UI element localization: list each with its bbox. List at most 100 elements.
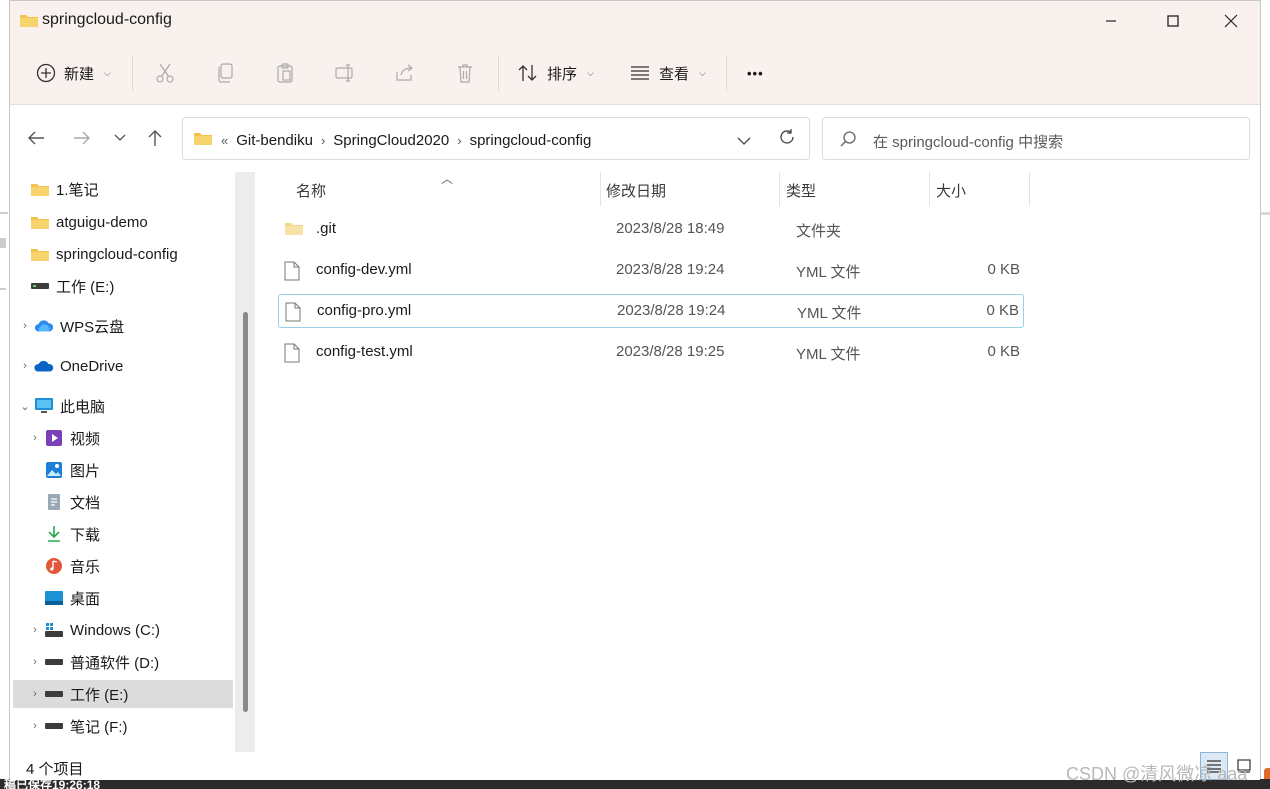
chevron-right-icon[interactable]: › [26, 624, 44, 636]
file-date: 2023/8/28 19:24 [616, 261, 725, 278]
file-date: 2023/8/28 19:25 [616, 343, 725, 360]
chevron-right-icon[interactable]: › [26, 656, 44, 668]
folder-icon [30, 213, 50, 231]
rename-button[interactable] [333, 61, 357, 85]
sidebar-item-wps-cloud[interactable]: › WPS云盘 [16, 312, 231, 340]
drive-icon [30, 277, 50, 295]
file-name: config-pro.yml [317, 302, 412, 319]
file-row[interactable]: .git 2023/8/28 18:49 文件夹 [278, 213, 1024, 247]
toolbar-divider [726, 55, 727, 91]
column-divider[interactable] [779, 172, 780, 206]
sidebar-item-music[interactable]: 音乐 [26, 552, 231, 580]
back-button[interactable] [26, 128, 46, 148]
chevron-right-icon[interactable]: › [321, 133, 325, 148]
search-box[interactable]: 在 springcloud-config 中搜索 [822, 117, 1250, 160]
forward-button[interactable] [72, 128, 92, 148]
chevron-right-icon[interactable]: › [26, 688, 44, 700]
video-icon [44, 429, 64, 447]
share-icon [396, 64, 413, 81]
new-label: 新建 [64, 65, 95, 83]
paste-button[interactable] [273, 61, 297, 85]
sidebar-item-drive-e-pinned[interactable]: 工作 (E:) [30, 272, 230, 300]
computer-icon [34, 397, 54, 415]
file-type: 文件夹 [796, 223, 842, 240]
sort-button[interactable]: 排序 ⌵ [517, 57, 594, 89]
chevron-right-icon[interactable]: › [26, 720, 44, 732]
column-label: 名称 [296, 182, 327, 200]
column-divider[interactable] [1029, 172, 1030, 206]
column-divider[interactable] [600, 172, 601, 206]
sort-icon [518, 65, 537, 81]
file-icon [285, 302, 303, 322]
sidebar-item-label: springcloud-config [56, 245, 178, 263]
navigation-pane: 1.笔记 atguigu-demo springcloud-config 工作 … [10, 172, 255, 752]
chevron-down-icon: ⌵ [587, 67, 594, 78]
maximize-button[interactable] [1144, 1, 1202, 41]
chevron-right-icon[interactable]: › [16, 360, 34, 372]
sidebar-item-drive-e[interactable]: › 工作 (E:) [13, 680, 233, 708]
file-row[interactable]: config-test.yml 2023/8/28 19:25 YML 文件 0… [278, 336, 1024, 370]
chevron-right-icon[interactable]: › [26, 432, 44, 444]
cut-button[interactable] [153, 61, 177, 85]
sidebar-item-pictures[interactable]: 图片 [26, 456, 231, 484]
sidebar-item-this-pc[interactable]: ⌄ 此电脑 [16, 392, 231, 420]
sidebar-item-videos[interactable]: › 视频 [26, 424, 231, 452]
sidebar-item-springcloud-config[interactable]: springcloud-config [30, 240, 235, 268]
navigation-bar: « Git-bendiku › SpringCloud2020 › spring… [10, 106, 1260, 172]
breadcrumb-item[interactable]: Git-bendiku [236, 132, 313, 149]
sidebar-item-onedrive[interactable]: › OneDrive [16, 352, 231, 380]
recent-locations-button[interactable] [110, 128, 130, 148]
column-header-type[interactable]: 类型 [786, 172, 816, 208]
address-bar[interactable]: « Git-bendiku › SpringCloud2020 › spring… [182, 117, 810, 160]
new-button[interactable]: 新建 ⌵ [36, 57, 111, 89]
chevron-down-icon: ⌵ [699, 67, 706, 78]
column-label: 修改日期 [606, 182, 667, 200]
refresh-button[interactable] [778, 128, 796, 150]
minimize-button[interactable] [1082, 1, 1140, 41]
up-button[interactable] [145, 128, 165, 148]
drive-icon [44, 717, 64, 735]
arrow-left-icon [28, 131, 44, 145]
sidebar-scrollbar[interactable] [235, 172, 255, 752]
sidebar-item-label: Windows (C:) [70, 621, 161, 639]
sidebar-item-label: 普通软件 (D:) [70, 654, 160, 672]
file-type: YML 文件 [796, 346, 861, 363]
sidebar-item-label: 视频 [70, 430, 101, 448]
sidebar-item-desktop[interactable]: 桌面 [26, 584, 231, 612]
copy-button[interactable] [213, 61, 237, 85]
search-placeholder: 在 springcloud-config 中搜索 [873, 134, 1064, 151]
chevron-right-icon[interactable]: › [457, 133, 461, 148]
sort-label: 排序 [547, 65, 578, 83]
file-row[interactable]: config-dev.yml 2023/8/28 19:24 YML 文件 0 … [278, 254, 1024, 288]
column-header-size[interactable]: 大小 [936, 172, 966, 208]
breadcrumb-item[interactable]: SpringCloud2020 [333, 132, 449, 149]
view-button[interactable]: 查看 ⌵ [629, 57, 706, 89]
view-label: 查看 [659, 65, 690, 83]
chevron-right-icon[interactable]: › [16, 320, 34, 332]
sidebar-item-drive-c[interactable]: › Windows (C:) [26, 616, 231, 644]
file-row[interactable]: config-pro.yml 2023/8/28 19:24 YML 文件 0 … [278, 294, 1024, 328]
trash-icon [458, 64, 472, 83]
column-header-name[interactable]: 名称 [296, 172, 326, 208]
close-button[interactable] [1202, 1, 1260, 41]
share-button[interactable] [393, 61, 417, 85]
delete-button[interactable] [453, 61, 477, 85]
sidebar-item-atguigu-demo[interactable]: atguigu-demo [30, 208, 230, 236]
sidebar-item-downloads[interactable]: 下载 [26, 520, 231, 548]
more-options-button[interactable]: ••• [747, 57, 764, 89]
sidebar-item-drive-d[interactable]: › 普通软件 (D:) [26, 648, 231, 676]
title-bar[interactable]: springcloud-config [10, 1, 1260, 41]
scrollbar-thumb[interactable] [243, 312, 248, 712]
overflow-chevron[interactable]: « [221, 133, 228, 148]
column-header-date[interactable]: 修改日期 [606, 172, 666, 208]
sidebar-item-notes[interactable]: 1.笔记 [30, 175, 230, 203]
sidebar-item-drive-f[interactable]: › 笔记 (F:) [26, 712, 231, 740]
address-history-button[interactable] [737, 133, 751, 150]
view-icon [631, 66, 649, 80]
refresh-icon [780, 129, 794, 144]
chevron-down-icon[interactable]: ⌄ [16, 400, 34, 413]
folder-icon [30, 180, 50, 198]
column-divider[interactable] [929, 172, 930, 206]
sidebar-item-documents[interactable]: 文档 [26, 488, 231, 516]
breadcrumb-item[interactable]: springcloud-config [470, 132, 592, 149]
